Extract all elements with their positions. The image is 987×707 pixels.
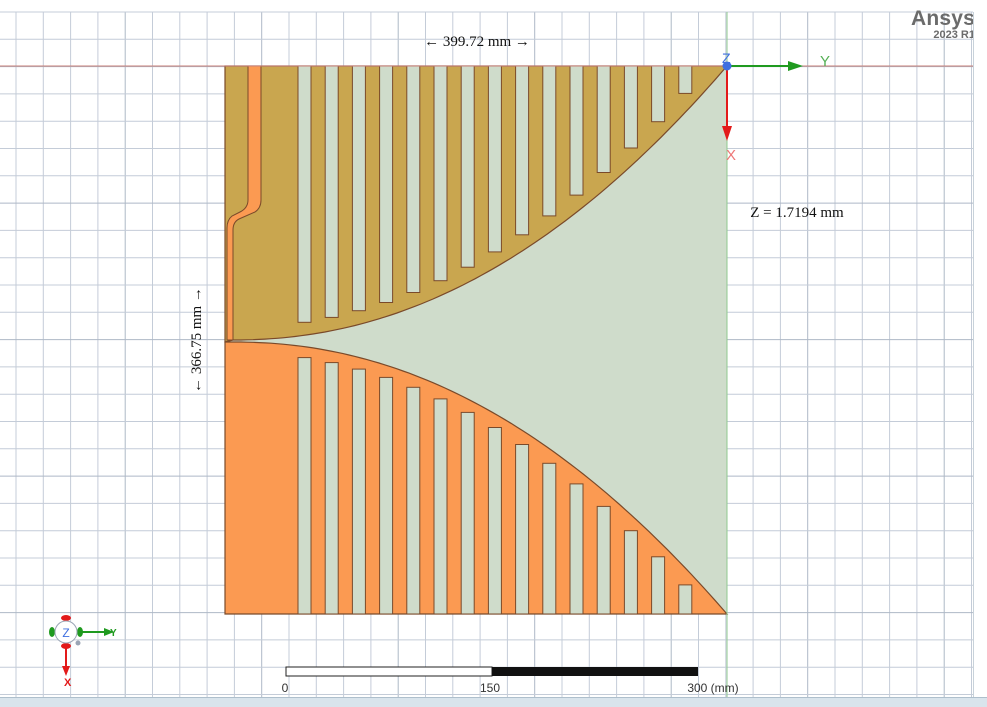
upper-slot [678,65,693,94]
triad-y-label: Y [110,628,117,639]
lower-slot [406,386,421,615]
lower-slot [433,398,448,615]
orientation-triad[interactable]: Z Y X [49,615,117,689]
width-dimension-label: ← 399.72 mm → [424,34,530,50]
axis-x-label: X [726,147,736,164]
upper-slot [433,65,448,282]
upper-slot [651,65,666,123]
upper-slot [623,65,638,149]
height-dimension-label: ← 366.75 mm → [189,287,205,393]
lower-slot [379,376,394,615]
upper-slot [569,65,584,196]
upper-slot [379,65,394,303]
lower-slot [542,462,557,615]
lower-slot [623,530,638,615]
brand-name: Ansys [910,7,975,30]
upper-slot [542,65,557,217]
scale-bar: 0 150 300 (mm) [282,666,739,695]
upper-slot [596,65,611,173]
lower-slot [596,505,611,615]
triad-x-label: X [64,677,72,689]
lower-slot [297,357,312,615]
graphics-viewport[interactable]: Z Y X ← 399.72 mm → ← 366.75 mm → Z = 1.… [0,0,987,707]
upper-slot [487,65,502,253]
lower-slot [569,483,584,615]
triad-z-label: Z [62,626,69,640]
ansys-logo: Ansys 2023 R1 [911,8,975,41]
lower-slot [678,584,693,615]
axis-z-label: Z [722,50,731,66]
lower-slot [651,556,666,615]
upper-slot [324,65,339,318]
upper-slot [460,65,475,268]
lower-slot [351,368,366,615]
model-canvas[interactable]: Z Y X ← 399.72 mm → ← 366.75 mm → Z = 1.… [0,0,987,706]
scale-tick-150: 150 [480,681,500,695]
brand-version: 2023 R1 [933,29,975,41]
axis-y-label: Y [820,53,830,70]
upper-slot [297,65,312,323]
upper-slot [406,65,421,293]
lower-slot [515,444,530,615]
scale-tick-300: 300 (mm) [687,681,738,695]
lower-slot [324,362,339,615]
scale-tick-0: 0 [282,681,289,695]
viewport-right-edge [973,12,987,697]
upper-slot [351,65,366,312]
upper-slot [515,65,530,236]
lower-slot [460,411,475,615]
z-position-readout: Z = 1.7194 mm [750,205,844,221]
lower-slot [487,427,502,615]
